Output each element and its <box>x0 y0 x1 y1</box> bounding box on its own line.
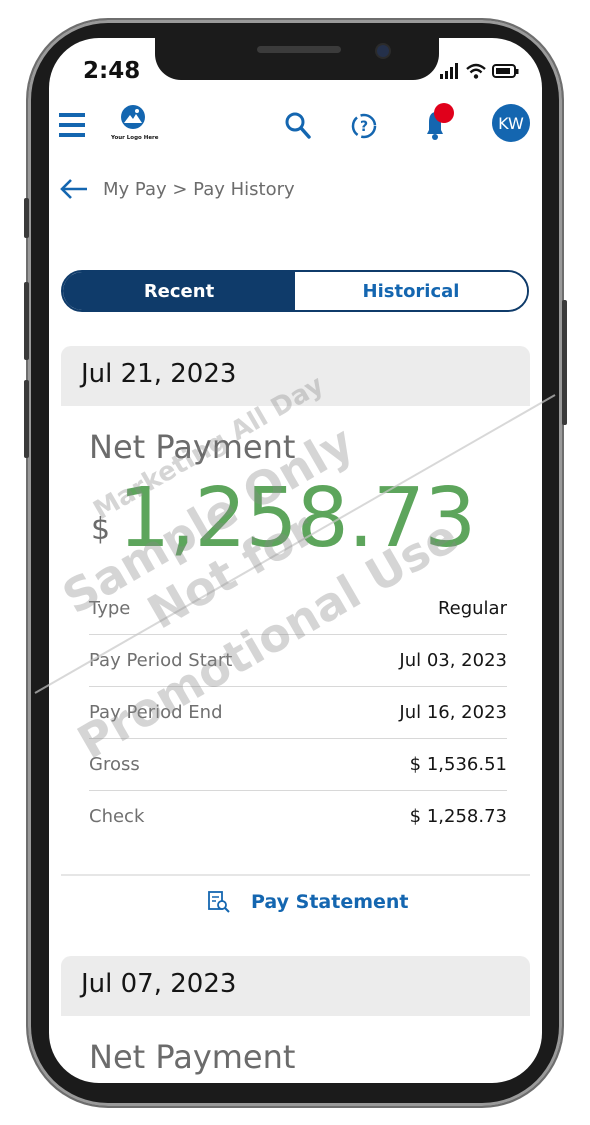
document-search-icon <box>208 891 230 913</box>
hamburger-menu-icon[interactable] <box>59 111 85 139</box>
payment-date: Jul 07, 2023 <box>81 969 237 999</box>
user-avatar[interactable]: KW <box>492 104 530 142</box>
detail-label: Gross <box>89 754 140 775</box>
battery-icon <box>492 64 519 78</box>
volume-down-button <box>24 380 29 458</box>
currency-symbol: $ <box>91 512 111 547</box>
volume-up-button <box>24 282 29 360</box>
back-arrow-icon[interactable] <box>59 178 89 200</box>
payment-date: Jul 21, 2023 <box>81 359 237 389</box>
notification-badge <box>434 103 454 123</box>
front-camera <box>377 45 389 57</box>
logo-text: Your Logo Here <box>111 135 159 141</box>
net-payment-label: Net Payment <box>89 428 296 466</box>
notification-bell-icon[interactable] <box>419 102 461 144</box>
net-payment-amount: $ 1,258.73 <box>91 471 476 566</box>
breadcrumb: My Pay > Pay History <box>59 178 295 200</box>
detail-row-check: Check $ 1,258.73 <box>89 791 507 842</box>
net-amount-value: 1,258.73 <box>118 471 476 566</box>
detail-row-period-start: Pay Period Start Jul 03, 2023 <box>89 635 507 687</box>
pay-statement-label[interactable]: Pay Statement <box>251 891 409 913</box>
app-screen: 2:48 Your Logo Here ? KW My Pay > Pay Hi… <box>49 38 542 1083</box>
payment-card-header: Jul 07, 2023 <box>61 956 530 1016</box>
power-button <box>562 300 567 425</box>
notch <box>155 38 439 80</box>
status-icons <box>440 63 520 79</box>
payment-card-header: Jul 21, 2023 <box>61 346 530 406</box>
detail-label: Pay Period End <box>89 702 223 723</box>
detail-row-period-end: Pay Period End Jul 16, 2023 <box>89 687 507 739</box>
net-payment-label: Net Payment <box>89 1038 296 1076</box>
card-divider <box>61 874 530 876</box>
search-icon[interactable] <box>285 112 311 140</box>
detail-label: Type <box>89 598 131 619</box>
detail-row-type: Type Regular <box>89 583 507 635</box>
detail-value: $ 1,258.73 <box>409 806 507 827</box>
pay-history-tabs: Recent Historical <box>61 270 529 312</box>
detail-label: Pay Period Start <box>89 650 233 671</box>
detail-label: Check <box>89 806 145 827</box>
wifi-icon <box>466 63 486 79</box>
tab-historical[interactable]: Historical <box>295 272 527 310</box>
pay-statement-link[interactable]: Pay Statement <box>207 890 409 914</box>
mountain-logo-icon <box>121 105 145 129</box>
status-time: 2:48 <box>83 58 141 84</box>
company-logo[interactable]: Your Logo Here <box>111 104 159 146</box>
tab-recent[interactable]: Recent <box>63 272 295 310</box>
help-icon[interactable]: ? <box>349 111 379 141</box>
detail-value: Jul 03, 2023 <box>399 650 507 671</box>
cellular-signal-icon <box>440 63 458 79</box>
detail-value: Regular <box>437 598 507 619</box>
app-header: Your Logo Here ? KW <box>49 100 542 150</box>
svg-text:?: ? <box>360 119 368 135</box>
speaker <box>257 46 341 53</box>
payment-details: Type Regular Pay Period Start Jul 03, 20… <box>89 583 507 842</box>
mute-switch <box>24 198 29 238</box>
detail-row-gross: Gross $ 1,536.51 <box>89 739 507 791</box>
detail-value: Jul 16, 2023 <box>399 702 507 723</box>
detail-value: $ 1,536.51 <box>409 754 507 775</box>
breadcrumb-text[interactable]: My Pay > Pay History <box>103 179 295 200</box>
